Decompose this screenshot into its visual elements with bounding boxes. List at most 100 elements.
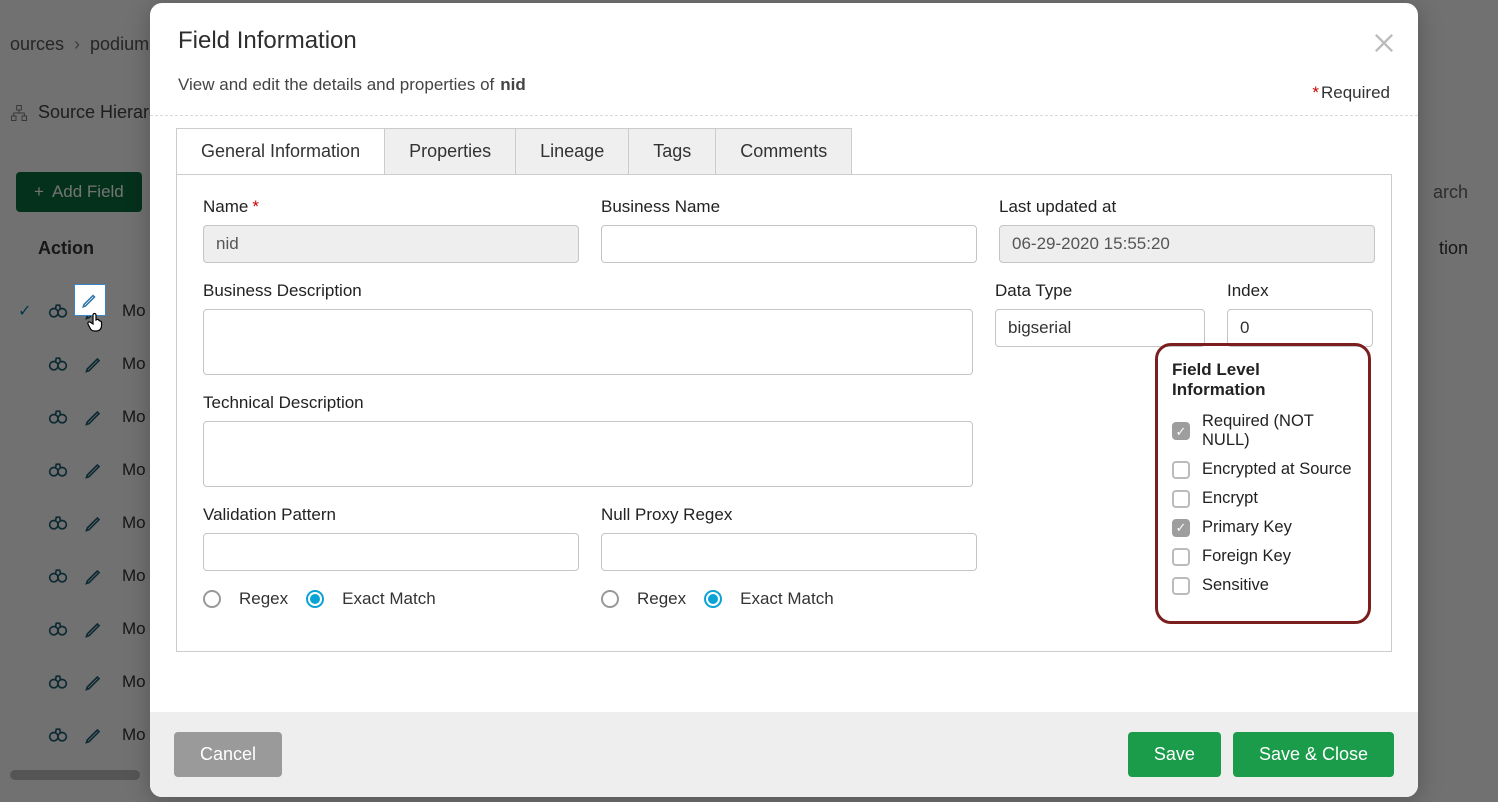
required-indicator: *Required — [1312, 83, 1390, 103]
checkbox-icon — [1172, 519, 1190, 537]
data-type-input[interactable] — [995, 309, 1205, 347]
binoculars-icon[interactable] — [48, 354, 68, 374]
row-text: Mo — [122, 619, 146, 639]
checkbox-icon — [1172, 461, 1190, 479]
binoculars-icon[interactable] — [48, 566, 68, 586]
checkbox-icon — [1172, 490, 1190, 508]
row-text: Mo — [122, 566, 146, 586]
last-updated-input — [999, 225, 1375, 263]
asterisk-icon: * — [1312, 83, 1319, 102]
label-business-description: Business Description — [203, 281, 973, 301]
binoculars-icon[interactable] — [48, 672, 68, 692]
edit-icon[interactable] — [84, 672, 104, 692]
row-text: Mo — [122, 513, 146, 533]
modal-tabs: General Information Properties Lineage T… — [176, 128, 1392, 174]
save-button[interactable]: Save — [1128, 732, 1221, 777]
label-index: Index — [1227, 281, 1373, 301]
radio-nullproxy-exact[interactable] — [704, 590, 722, 608]
radio-label-regex: Regex — [637, 589, 686, 609]
check-icon: ✓ — [18, 301, 32, 321]
index-input[interactable] — [1227, 309, 1373, 347]
radio-label-regex: Regex — [239, 589, 288, 609]
edit-icon[interactable] — [84, 725, 104, 745]
close-icon[interactable] — [1370, 29, 1398, 57]
save-and-close-button[interactable]: Save & Close — [1233, 732, 1394, 777]
edit-icon[interactable] — [84, 619, 104, 639]
tab-comments[interactable]: Comments — [716, 128, 852, 174]
binoculars-icon[interactable] — [48, 407, 68, 427]
edit-icon — [81, 291, 99, 309]
field-information-modal: Field Information View and edit the deta… — [150, 3, 1418, 797]
table-row[interactable]: ✓ Mo — [18, 390, 146, 443]
add-field-button[interactable]: + Add Field — [16, 172, 142, 212]
table-row[interactable]: ✓ Mo — [18, 655, 146, 708]
edit-icon[interactable] — [84, 566, 104, 586]
edit-icon[interactable] — [84, 407, 104, 427]
table-row[interactable]: ✓ Mo — [18, 337, 146, 390]
binoculars-icon[interactable] — [48, 513, 68, 533]
modal-subtitle: View and edit the details and properties… — [178, 75, 494, 95]
hierarchy-icon — [10, 104, 28, 122]
checkbox-encrypt[interactable]: Encrypt — [1172, 489, 1354, 508]
table-row[interactable]: ✓ Mo — [18, 549, 146, 602]
label-last-updated: Last updated at — [999, 197, 1375, 217]
checkbox-encrypted-at-source[interactable]: Encrypted at Source — [1172, 460, 1354, 479]
label-null-proxy: Null Proxy Regex — [601, 505, 977, 525]
binoculars-icon[interactable] — [48, 725, 68, 745]
label-validation-pattern: Validation Pattern — [203, 505, 579, 525]
horizontal-scrollbar[interactable] — [10, 770, 140, 780]
modal-field-name: nid — [500, 75, 526, 95]
radio-validation-exact[interactable] — [306, 590, 324, 608]
label-name: Name — [203, 197, 248, 216]
column-header-action: Action — [38, 238, 94, 259]
technical-description-input[interactable] — [203, 421, 973, 487]
checkbox-primary-key[interactable]: Primary Key — [1172, 518, 1354, 537]
table-rows: ✓ Mo ✓ Mo ✓ Mo ✓ Mo ✓ Mo — [18, 284, 146, 761]
checkbox-icon — [1172, 422, 1190, 440]
checkbox-sensitive[interactable]: Sensitive — [1172, 576, 1354, 595]
row-text: Mo — [122, 725, 146, 745]
row-text: Mo — [122, 460, 146, 480]
cancel-button[interactable]: Cancel — [174, 732, 282, 777]
breadcrumb-item[interactable]: ources — [10, 34, 64, 55]
checkbox-foreign-key[interactable]: Foreign Key — [1172, 547, 1354, 566]
breadcrumb: ources › podium — [10, 34, 149, 55]
checkbox-icon — [1172, 577, 1190, 595]
tab-properties[interactable]: Properties — [385, 128, 516, 174]
row-text: Mo — [122, 301, 146, 321]
binoculars-icon[interactable] — [48, 619, 68, 639]
edit-icon[interactable] — [84, 460, 104, 480]
tab-general-information[interactable]: General Information — [176, 128, 385, 174]
modal-title: Field Information — [178, 27, 1390, 55]
binoculars-icon[interactable] — [48, 301, 68, 321]
modal-footer: Cancel Save Save & Close — [150, 712, 1418, 797]
breadcrumb-item[interactable]: podium — [90, 34, 149, 55]
table-row[interactable]: ✓ Mo — [18, 602, 146, 655]
table-row[interactable]: ✓ Mo — [18, 496, 146, 549]
label-data-type: Data Type — [995, 281, 1205, 301]
label-technical-description: Technical Description — [203, 393, 973, 413]
search-placeholder-bg[interactable]: arch — [1433, 182, 1468, 203]
chevron-right-icon: › — [74, 34, 80, 55]
modal-header: Field Information View and edit the deta… — [150, 3, 1418, 116]
business-name-input[interactable] — [601, 225, 977, 263]
tab-lineage[interactable]: Lineage — [516, 128, 629, 174]
source-hierarchy-label: Source Hierarc — [10, 102, 158, 123]
binoculars-icon[interactable] — [48, 460, 68, 480]
plus-icon: + — [34, 182, 44, 202]
edit-icon[interactable] — [84, 513, 104, 533]
asterisk-icon: * — [252, 197, 259, 216]
edit-icon[interactable] — [84, 354, 104, 374]
business-description-input[interactable] — [203, 309, 973, 375]
radio-label-exact: Exact Match — [342, 589, 436, 609]
table-row[interactable]: ✓ Mo — [18, 708, 146, 761]
tab-tags[interactable]: Tags — [629, 128, 716, 174]
checkbox-required[interactable]: Required (NOT NULL) — [1172, 412, 1354, 450]
null-proxy-input[interactable] — [601, 533, 977, 571]
name-input[interactable] — [203, 225, 579, 263]
validation-pattern-input[interactable] — [203, 533, 579, 571]
radio-validation-regex[interactable] — [203, 590, 221, 608]
row-text: Mo — [122, 672, 146, 692]
table-row[interactable]: ✓ Mo — [18, 443, 146, 496]
radio-nullproxy-regex[interactable] — [601, 590, 619, 608]
